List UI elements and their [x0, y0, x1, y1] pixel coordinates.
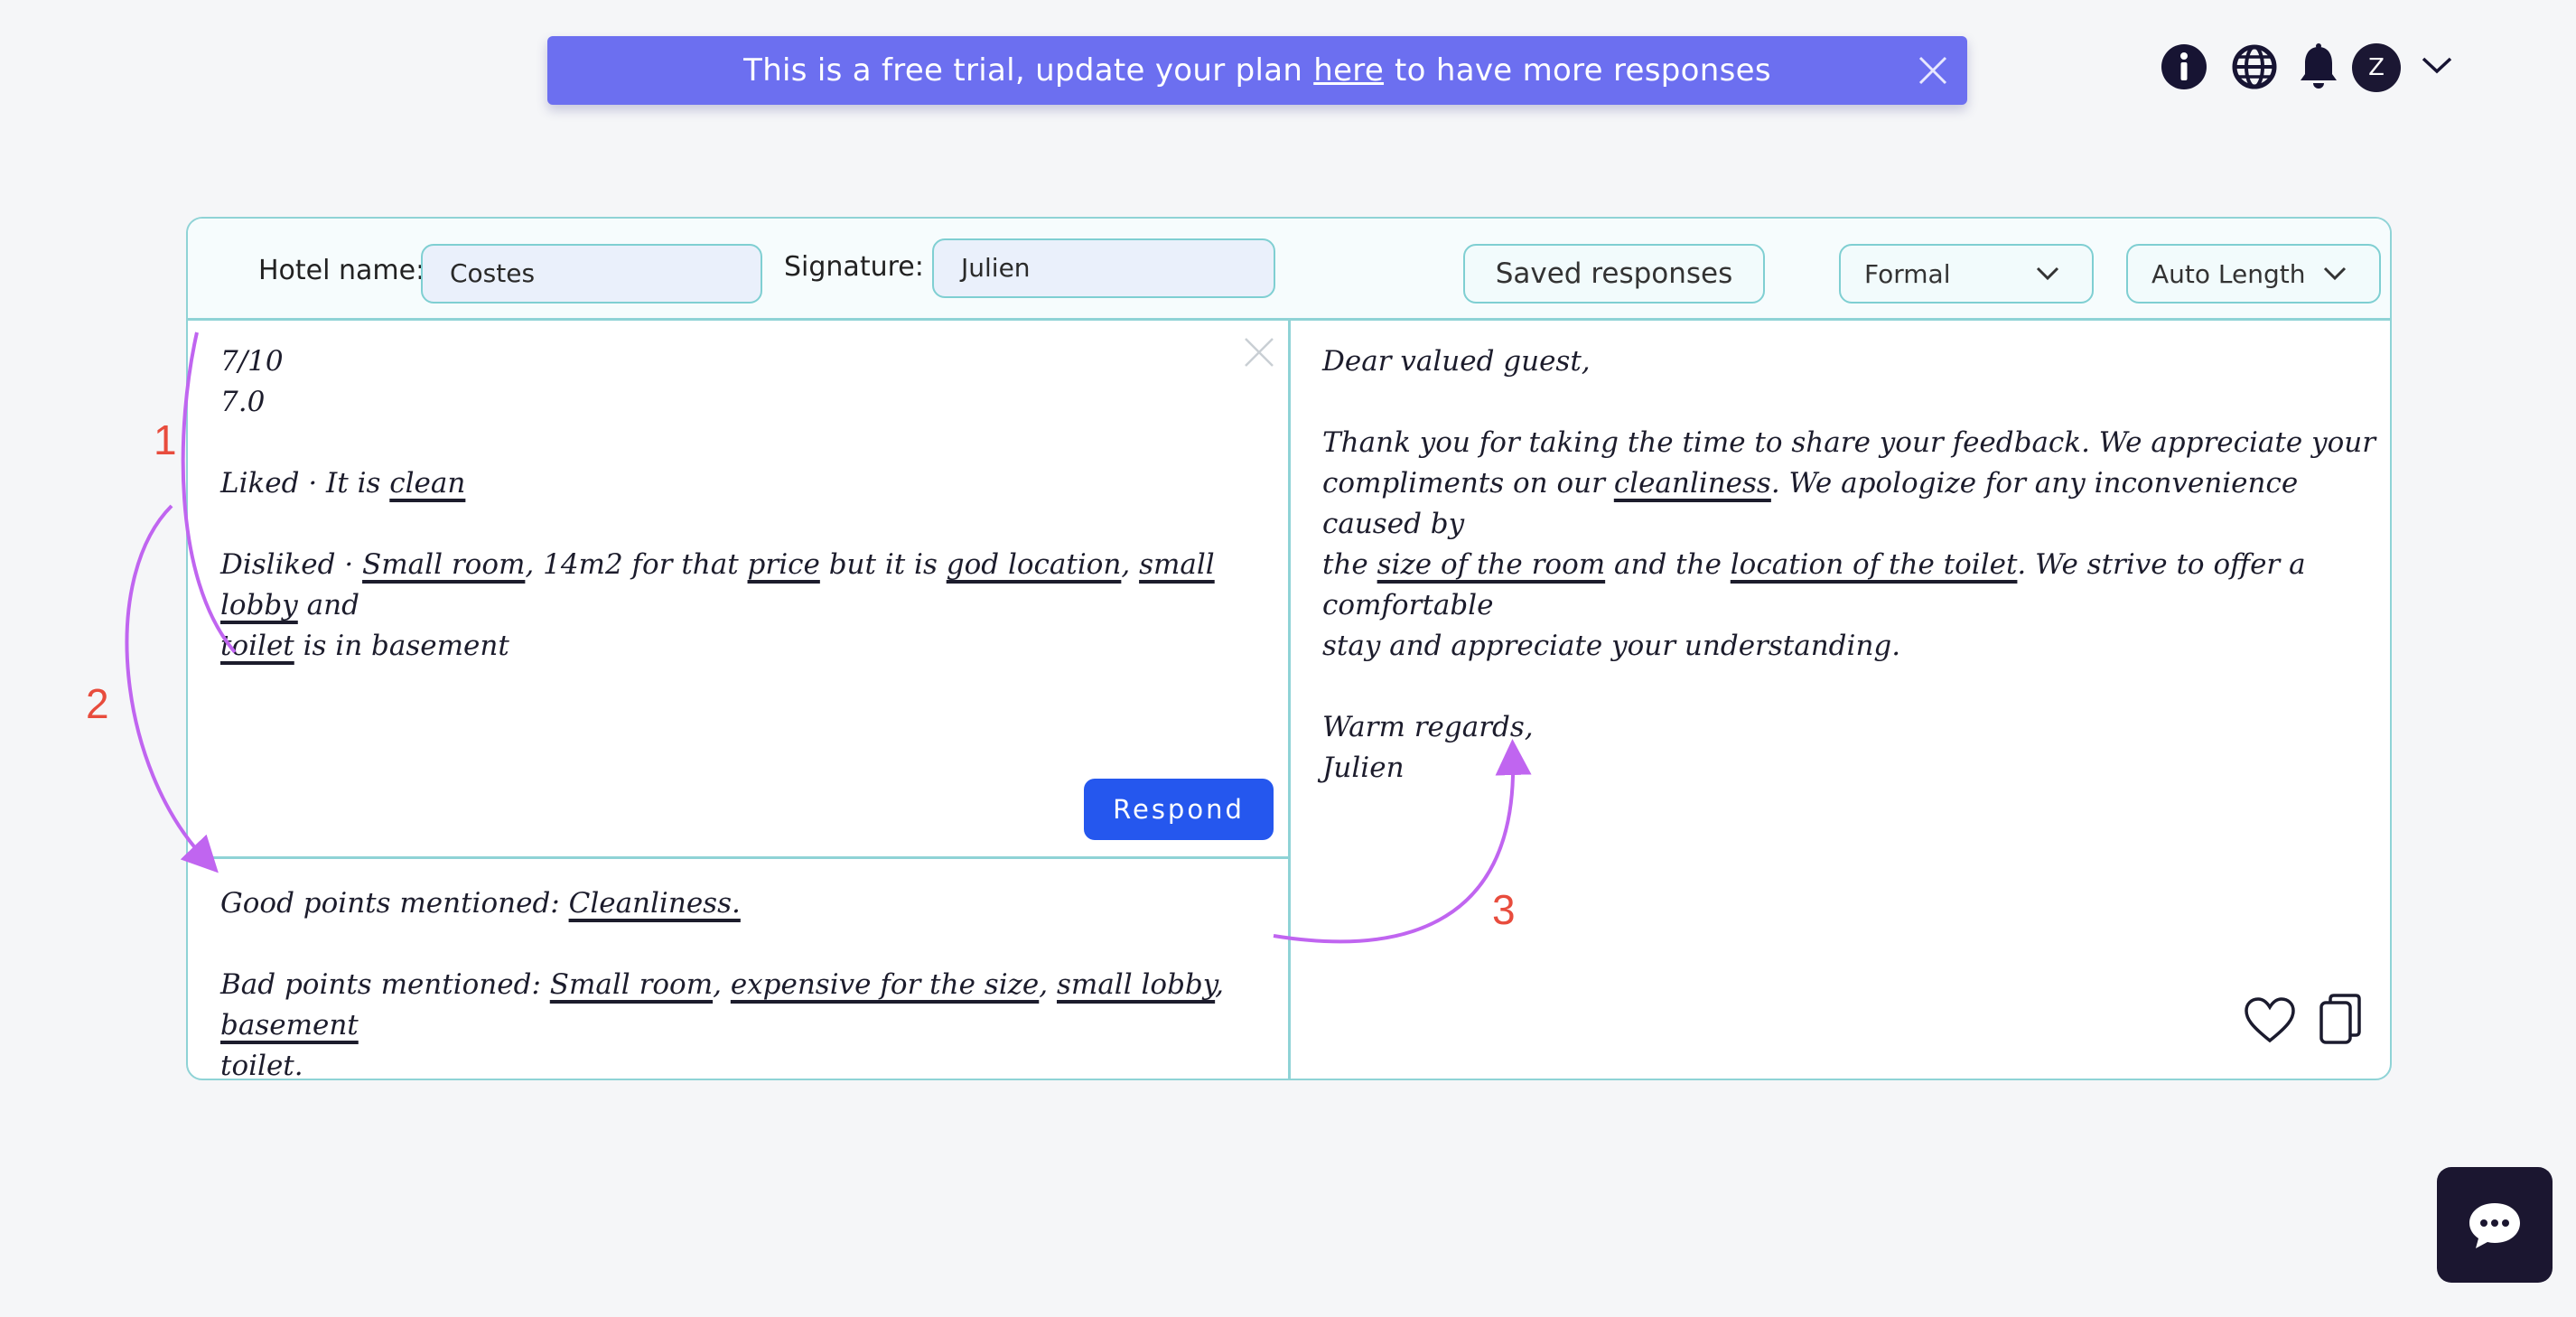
respond-label: Respond — [1113, 794, 1245, 825]
hotel-name-value: Costes — [450, 258, 536, 288]
copy-icon[interactable] — [2318, 992, 2363, 1046]
highlight-word: cleanliness — [1613, 467, 1771, 500]
highlight-word: location of the toilet — [1730, 548, 2018, 581]
reply-body: Thank you for taking the time to share y… — [1322, 426, 2376, 662]
highlight-word: clean — [389, 467, 466, 500]
highlight-word: size of the room — [1377, 548, 1606, 581]
length-select[interactable]: Auto Length — [2126, 244, 2381, 304]
highlight-word: toilet — [220, 1050, 294, 1080]
heart-icon[interactable] — [2243, 995, 2297, 1046]
hotel-name-label: Hotel name: — [258, 255, 425, 286]
length-value: Auto Length — [2151, 258, 2306, 289]
response-generator-panel: Hotel name: Costes Signature: Julien Sav… — [186, 217, 2392, 1080]
chevron-down-icon — [2036, 266, 2059, 281]
highlight-word: small lobby — [1057, 968, 1216, 1001]
avatar[interactable]: Z — [2352, 43, 2401, 92]
tone-value: Formal — [1864, 258, 1951, 289]
chevron-down-icon[interactable] — [2421, 54, 2453, 76]
annotation-number: 1 — [154, 416, 177, 463]
banner-text: This is a free trial, update your plan — [743, 52, 1303, 89]
close-icon[interactable] — [1915, 52, 1951, 89]
clear-review-icon[interactable] — [1241, 334, 1277, 370]
highlight-word: toilet — [220, 630, 294, 662]
saved-responses-button[interactable]: Saved responses — [1463, 244, 1765, 304]
bad-points: Bad points mentioned: Small room, expens… — [220, 968, 1225, 1080]
reply-greeting: Dear valued guest, — [1322, 345, 1591, 378]
chevron-down-icon — [2323, 266, 2347, 281]
review-score-decimal: 7.0 — [220, 386, 266, 418]
hotel-name-input[interactable]: Costes — [421, 244, 762, 304]
info-icon[interactable] — [2159, 42, 2209, 92]
bell-icon[interactable] — [2296, 42, 2341, 92]
highlight-word: Cleanliness. — [568, 887, 741, 920]
column-divider — [1288, 318, 1291, 1079]
globe-icon[interactable] — [2229, 42, 2280, 92]
upgrade-plan-link[interactable]: here — [1313, 52, 1384, 89]
tone-select[interactable]: Formal — [1839, 244, 2094, 304]
review-analysis: Good points mentioned: Cleanliness. Bad … — [220, 883, 1286, 1080]
review-liked: Liked · It is clean — [220, 467, 466, 500]
settings-toolbar: Hotel name: Costes Signature: Julien Sav… — [188, 219, 2390, 321]
avatar-letter: Z — [2368, 54, 2385, 81]
annotation-number: 2 — [86, 680, 109, 727]
highlight-word: price — [747, 548, 820, 581]
highlight-word: god location — [946, 548, 1122, 581]
highlight-word: Small room — [362, 548, 526, 581]
row-divider — [188, 856, 1288, 859]
signature-input[interactable]: Julien — [932, 238, 1275, 298]
saved-responses-label: Saved responses — [1495, 257, 1733, 290]
chat-button[interactable] — [2437, 1167, 2553, 1283]
highlight-word: expensive for the size — [730, 968, 1040, 1001]
highlight-word: Small room — [549, 968, 714, 1001]
respond-button[interactable]: Respond — [1084, 779, 1274, 840]
reply-closing: Warm regards, — [1322, 711, 1534, 743]
reply-signature: Julien — [1322, 752, 1405, 784]
good-points: Good points mentioned: Cleanliness. — [220, 887, 741, 920]
highlight-word: basement — [220, 1009, 359, 1041]
chat-icon — [2469, 1203, 2520, 1248]
signature-label: Signature: — [784, 251, 924, 283]
signature-value: Julien — [961, 253, 1031, 283]
annotation-number: 3 — [1492, 886, 1516, 933]
review-textarea[interactable]: 7/10 7.0 Liked · It is clean Disliked · … — [220, 341, 1268, 667]
trial-banner: This is a free trial, update your plan h… — [547, 36, 1967, 105]
generated-response[interactable]: Dear valued guest, Thank you for taking … — [1322, 341, 2379, 789]
banner-text-end: to have more responses — [1395, 52, 1771, 89]
review-score: 7/10 — [220, 345, 284, 378]
review-disliked: Disliked · Small room, 14m2 for that pri… — [220, 548, 1215, 662]
